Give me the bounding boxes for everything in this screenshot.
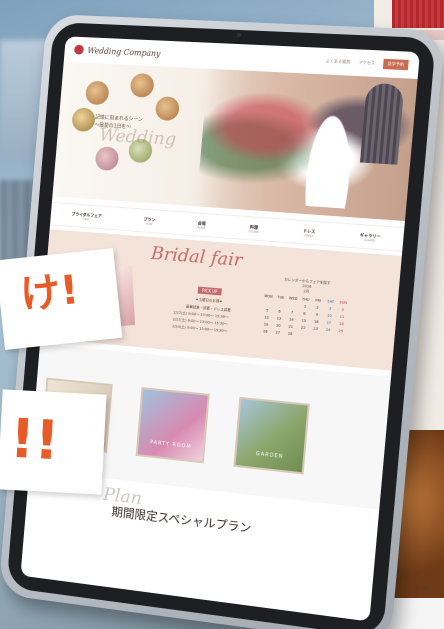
special-title: 期間限定スペシャルプラン: [110, 504, 252, 536]
note-text: け!: [18, 267, 81, 319]
fair-title: Bridal fair: [150, 242, 244, 271]
plan-card-label: PARTY ROOM: [149, 439, 192, 451]
calendar-day[interactable]: 7: [286, 310, 299, 315]
calendar-day[interactable]: 10: [323, 313, 336, 318]
nav-sub: DRESS: [304, 233, 314, 238]
calendar-day[interactable]: 14: [285, 317, 298, 322]
pickup-box[interactable]: PICK UP ★土曜日のお得★ 豪華試食・試着・ドレス試着 2/17(土) 9…: [172, 275, 246, 336]
calendar-day[interactable]: 6: [273, 309, 286, 314]
calendar-day[interactable]: 3: [324, 306, 337, 311]
access-link[interactable]: アクセス: [358, 60, 375, 67]
header-links: よくある質問 アクセス 見学予約: [325, 56, 409, 71]
calendar-day[interactable]: 11: [336, 314, 349, 319]
hero-copy: 記憶に刻まれるシーン 〜最愛の1日を〜: [94, 114, 143, 132]
fair-calendar: MON TUE WED THU FRI SAT SUN 1 2 3 4 5 6 7 8 9 10 11 12 13 14…: [259, 294, 350, 341]
door-photo: [359, 82, 405, 165]
calendar-weekday: WED: [288, 296, 298, 301]
calendar-day[interactable]: 4: [336, 307, 349, 312]
plan-card-label: GARDEN: [255, 451, 284, 461]
reserve-button[interactable]: 見学予約: [382, 58, 409, 71]
pickup-tag: PICK UP: [197, 286, 222, 296]
calendar-day[interactable]: 27: [271, 330, 284, 335]
calendar-day: [321, 335, 334, 340]
rose-logo-icon: [73, 44, 85, 55]
calendar-day[interactable]: 12: [260, 315, 273, 320]
calendar-day[interactable]: 8: [298, 311, 311, 316]
note-text: !!: [8, 406, 61, 473]
calendar-day[interactable]: 22: [297, 325, 310, 330]
nav-sub: CUISINE: [248, 229, 259, 234]
calendar-day: [309, 333, 322, 338]
hero-circle-photo: [94, 146, 120, 172]
calendar-weekday: SUN: [339, 300, 348, 306]
calendar-weekday: TUE: [277, 295, 285, 300]
nav-item-cuisine[interactable]: 料理 CUISINE: [248, 224, 259, 234]
hero-circle-photo: [71, 107, 96, 133]
nav-item-gallery[interactable]: ギャラリー GALLERY: [359, 232, 381, 243]
dress-photo: [300, 104, 359, 209]
nav-item-dress[interactable]: ドレス DRESS: [302, 228, 316, 238]
calendar-day[interactable]: 26: [259, 329, 272, 334]
nav-sub: GALLERY: [363, 238, 376, 243]
plan-card[interactable]: GARDEN: [233, 396, 310, 475]
hero-circle-photo: [84, 80, 110, 106]
calendar-day[interactable]: 9: [310, 312, 323, 317]
nav-sub: FAIR: [83, 217, 89, 221]
calendar-day[interactable]: 25: [334, 329, 347, 334]
nav-item-plan[interactable]: プラン PLAN: [143, 216, 155, 226]
calendar-day: [262, 301, 275, 306]
camera-icon: [236, 32, 242, 38]
calendar-day[interactable]: 13: [273, 316, 286, 321]
calendar-day[interactable]: 1: [299, 304, 312, 309]
calendar-day[interactable]: 16: [310, 319, 323, 324]
site-logo[interactable]: Wedding Company: [87, 46, 161, 58]
calendar-weekday: MON: [264, 294, 273, 299]
nav-item-place[interactable]: 会場 PLACE: [197, 220, 206, 230]
calendar-day[interactable]: 15: [297, 318, 310, 323]
nav-item-fair[interactable]: ブライダルフェア FAIR: [71, 211, 102, 222]
calendar-day[interactable]: 24: [322, 327, 335, 332]
calendar-day[interactable]: 18: [335, 321, 348, 326]
calendar-weekday: FRI: [315, 298, 322, 303]
home-label: HOME: [414, 586, 430, 592]
calendar-weekday: SAT: [327, 299, 335, 304]
calendar-day[interactable]: 2: [311, 305, 324, 310]
calendar-day: [296, 332, 309, 337]
calendar-day[interactable]: 23: [309, 326, 322, 331]
red-header-strip: [392, 0, 444, 28]
hero-circle-photo: [129, 72, 155, 98]
calendar-day[interactable]: 28: [284, 331, 297, 336]
calendar-day[interactable]: 5: [261, 308, 274, 313]
nav-sub: PLACE: [197, 225, 206, 230]
calendar-day[interactable]: 20: [272, 323, 285, 328]
calendar-day[interactable]: 19: [260, 322, 273, 327]
hero-circle-photo: [154, 96, 181, 122]
hero-section: Wedding 記憶に刻まれるシーン 〜最愛の1日を〜: [52, 61, 418, 222]
faq-link[interactable]: よくある質問: [326, 58, 351, 65]
calendar-day: [334, 336, 347, 341]
nav-sub: PLAN: [145, 222, 153, 226]
calendar-weekday: THU: [301, 297, 310, 302]
calendar-day: [286, 303, 299, 308]
calendar-day[interactable]: 17: [322, 320, 335, 325]
calendar-day: [274, 302, 287, 307]
calendar-day[interactable]: 21: [284, 324, 297, 329]
plan-card[interactable]: PARTY ROOM: [135, 387, 210, 464]
